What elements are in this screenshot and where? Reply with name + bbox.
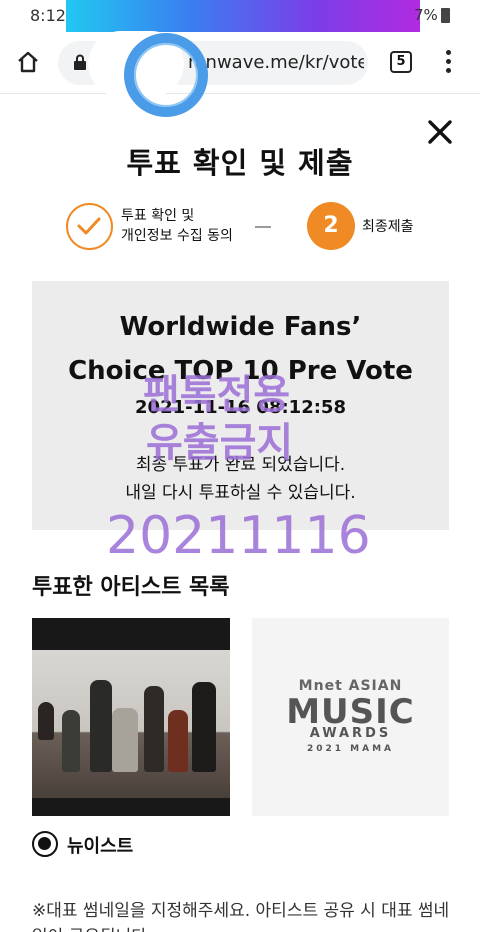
status-gradient <box>66 0 420 34</box>
mama-logo-thumbnail[interactable]: Mnet ASIAN MUSIC AWARDS 2021 MAMA <box>252 618 449 816</box>
thumbnail-notice: ※대표 썸네일을 지정해주세요. 아티스트 공유 시 대표 썸네일이 공유됩니다… <box>32 901 450 932</box>
url-text: mnwave.me/kr/vote#step <box>188 52 364 73</box>
logo-text-year: 2021 MAMA <box>306 744 395 754</box>
section-title: 투표한 아티스트 목록 <box>32 575 230 600</box>
browser-toolbar: mnwave.me/kr/vote#step 5 <box>0 31 480 97</box>
step2-number-badge: 2 <box>307 202 355 250</box>
watermark-line2: 유출금지 <box>146 420 294 466</box>
home-icon[interactable] <box>16 50 40 74</box>
address-bar[interactable]: mnwave.me/kr/vote#step <box>58 31 368 97</box>
status-bar: 8:12 7% <box>0 0 480 34</box>
page-title: 투표 확인 및 제출 <box>126 146 354 180</box>
step-divider <box>255 226 271 228</box>
artist-name: 뉴이스트 <box>67 836 134 857</box>
artist-thumbnail[interactable] <box>32 618 230 816</box>
overflow-menu-icon[interactable] <box>436 48 460 76</box>
tab-switcher-button[interactable]: 5 <box>390 51 412 73</box>
group-photo <box>32 650 230 798</box>
step1-check-indicator <box>66 203 113 250</box>
lock-icon <box>74 54 86 70</box>
artist-radio-selected[interactable] <box>32 831 58 857</box>
battery-level: 7% <box>414 6 438 24</box>
step2-label: 최종제출 <box>362 219 414 235</box>
step1-label: 투표 확인 및 개인정보 수집 동의 <box>121 208 233 244</box>
watermark-date: 20211116 <box>106 506 371 566</box>
floating-ring-overlay <box>124 33 208 117</box>
status-time: 8:12 <box>30 6 66 25</box>
logo-text-awards: AWARDS <box>309 726 392 741</box>
battery-icon <box>441 8 450 23</box>
check-icon <box>77 217 101 235</box>
